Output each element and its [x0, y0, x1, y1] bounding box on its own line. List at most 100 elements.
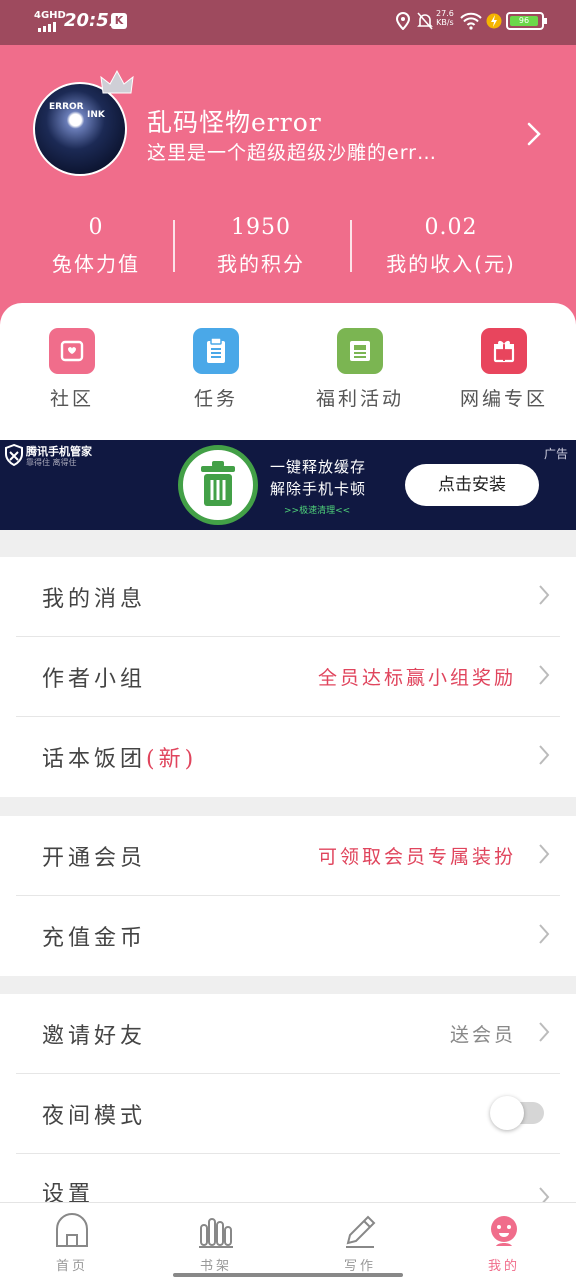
- chevron-right-icon: [539, 924, 550, 944]
- quick-label: 社区: [49, 388, 94, 410]
- stat-value: 0.02: [424, 215, 478, 240]
- chevron-right-icon: [539, 1187, 550, 1202]
- menu-label: 充值金币: [42, 926, 147, 951]
- status-bar: 4GHD 20:51 K 27.6 KB/s 96: [0, 0, 576, 45]
- toggle-knob: [490, 1096, 524, 1130]
- wifi-icon: [460, 12, 482, 30]
- stat-stamina[interactable]: 0 兔体力值: [0, 215, 192, 277]
- new-badge: (新): [146, 747, 198, 772]
- menu-label: 夜间模式: [42, 1104, 147, 1129]
- app-notification-icon: K: [111, 13, 127, 29]
- quick-label: 网编专区: [459, 388, 548, 410]
- ad-banner[interactable]: 腾讯手机管家 靠得住 离得住 广告 一键释放缓存 解除手机卡顿 >>极速清理<<…: [0, 440, 576, 530]
- tab-home[interactable]: 首页: [0, 1213, 144, 1274]
- chevron-right-icon: [539, 844, 550, 864]
- bottom-nav: 首页 书架 写作 我的: [0, 1202, 576, 1280]
- avatar-text-2: INK: [87, 110, 105, 120]
- stat-points[interactable]: 1950 我的积分: [165, 215, 357, 277]
- night-mode-toggle[interactable]: [490, 1096, 544, 1130]
- stat-label: 我的收入(元): [386, 252, 516, 276]
- tab-label: 首页: [55, 1259, 88, 1274]
- menu-label: 作者小组: [42, 667, 147, 692]
- tab-label: 我的: [487, 1259, 520, 1274]
- menu-item-invite[interactable]: 邀请好友 送会员: [16, 994, 560, 1074]
- home-indicator[interactable]: [173, 1273, 403, 1277]
- ad-headline: 一键释放缓存: [270, 458, 367, 476]
- menu-group-misc: 邀请好友 送会员 夜间模式 设置: [0, 994, 576, 1202]
- shield-icon: [5, 444, 23, 466]
- battery-icon: 96: [506, 12, 547, 30]
- network-indicator: 4GHD: [34, 10, 66, 21]
- stat-income[interactable]: 0.02 我的收入(元): [355, 215, 547, 277]
- trash-icon: [178, 445, 258, 525]
- clipboard-icon: [193, 328, 239, 374]
- signal-icon: [38, 22, 56, 32]
- menu-note: 可领取会员专属装扮: [317, 846, 516, 868]
- stat-value: 0: [88, 215, 104, 240]
- location-icon: [395, 12, 411, 30]
- speed-unit: KB/s: [436, 18, 454, 27]
- menu-label: 话本饭团(新): [42, 741, 197, 773]
- tab-bookshelf[interactable]: 书架: [144, 1213, 288, 1274]
- chevron-right-icon: [539, 1022, 550, 1042]
- network-speed: 27.6 KB/s: [436, 9, 454, 27]
- tab-label: 写作: [343, 1259, 376, 1274]
- menu-label: 我的消息: [42, 587, 147, 612]
- chevron-right-icon: [539, 585, 550, 605]
- menu-note: 送会员: [449, 1024, 516, 1046]
- gift-icon: [481, 328, 527, 374]
- quick-tasks[interactable]: 任务: [156, 328, 276, 411]
- menu-item-fan-club[interactable]: 话本饭团(新): [16, 717, 560, 797]
- chevron-right-icon: [539, 745, 550, 765]
- ad-subheadline: 解除手机卡顿: [270, 480, 367, 498]
- tab-mine[interactable]: 我的: [432, 1213, 576, 1274]
- crown-icon: [100, 69, 134, 94]
- menu-item-vip[interactable]: 开通会员 可领取会员专属装扮: [16, 816, 560, 896]
- profile-header: ERROR INK 乱码怪物error 这里是一个超级超级沙雕的err… 0 兔…: [0, 45, 576, 345]
- divider: [350, 220, 352, 272]
- stat-label: 我的积分: [217, 252, 305, 276]
- profile-bunny-icon: [491, 1216, 517, 1246]
- community-icon: [49, 328, 95, 374]
- menu-item-night-mode: 夜间模式: [16, 1074, 560, 1154]
- menu-label: 设置: [42, 1182, 95, 1202]
- menu-item-author-group[interactable]: 作者小组 全员达标赢小组奖励: [16, 637, 560, 717]
- chevron-right-icon: [539, 665, 550, 685]
- stats-row: 0 兔体力值 1950 我的积分 0.02 我的收入(元): [0, 215, 576, 295]
- menu-group-social: 我的消息 作者小组 全员达标赢小组奖励 话本饭团(新): [0, 557, 576, 797]
- menu-item-messages[interactable]: 我的消息: [16, 557, 560, 637]
- fan-club-label: 话本饭团: [42, 747, 147, 772]
- menu-item-recharge[interactable]: 充值金币: [16, 896, 560, 976]
- stat-label: 兔体力值: [52, 252, 140, 276]
- quick-editor-zone[interactable]: 网编专区: [444, 328, 564, 411]
- pencil-icon: [346, 1215, 376, 1248]
- profile-bio: 这里是一个超级超级沙雕的err…: [147, 142, 437, 164]
- ad-label: 广告: [543, 447, 568, 461]
- menu-item-settings[interactable]: 设置: [16, 1154, 560, 1202]
- stat-value: 1950: [231, 215, 291, 240]
- bookshelf-icon: [199, 1218, 233, 1248]
- menu-label: 邀请好友: [42, 1024, 147, 1049]
- install-button[interactable]: 点击安装: [405, 464, 539, 506]
- menu-group-account: 开通会员 可领取会员专属装扮 充值金币: [0, 816, 576, 976]
- newspaper-icon: [337, 328, 383, 374]
- charging-icon: [486, 13, 502, 29]
- quick-actions: 社区 任务 福利活动 网编专区: [0, 303, 576, 440]
- chevron-right-icon[interactable]: [526, 121, 542, 147]
- ad-brand-slogan: 靠得住 离得住: [26, 458, 77, 467]
- menu-note: 全员达标赢小组奖励: [317, 667, 516, 689]
- quick-community[interactable]: 社区: [12, 328, 132, 411]
- home-icon: [56, 1213, 88, 1247]
- quick-label: 任务: [193, 388, 238, 410]
- username: 乱码怪物error: [147, 108, 322, 137]
- ad-cta-hint: >>极速清理<<: [284, 506, 351, 516]
- tab-write[interactable]: 写作: [288, 1213, 432, 1274]
- menu-label: 开通会员: [42, 846, 147, 871]
- tab-label: 书架: [199, 1259, 232, 1274]
- speed-value: 27.6: [436, 9, 454, 18]
- mute-bell-icon: [417, 12, 433, 30]
- quick-label: 福利活动: [315, 388, 404, 410]
- battery-level: 96: [510, 16, 538, 26]
- quick-events[interactable]: 福利活动: [300, 328, 420, 411]
- avatar-text: ERROR: [49, 102, 84, 112]
